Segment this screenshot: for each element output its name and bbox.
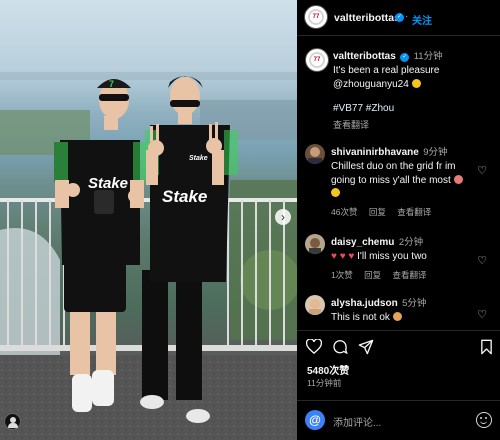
reply-button[interactable]: 回复 [369, 207, 386, 217]
translate-link[interactable]: 查看翻译 [393, 270, 427, 280]
pleading-emoji-icon [392, 312, 402, 321]
separator-dot: · [405, 11, 409, 22]
comment-likes[interactable]: 46次赞 [331, 207, 357, 217]
post-timestamp: 11分钟前 [307, 378, 342, 388]
comment-avatar[interactable] [305, 295, 325, 315]
comment-text-line1: Chillest duo on the grid fr im [331, 161, 456, 172]
comment-username[interactable]: daisy_chemu [331, 237, 394, 248]
reply-button[interactable]: 回复 [364, 270, 381, 280]
comment-time: 9分钟 [423, 147, 448, 158]
translate-link[interactable]: 查看翻译 [397, 207, 431, 217]
post-sidebar: 77 valtteribottas ✓ · 关注 77 valtteribott… [297, 0, 500, 440]
comment-time: 2分钟 [398, 237, 424, 248]
tagged-users-icon[interactable] [4, 413, 21, 430]
caption-username[interactable]: valtteribottas [333, 51, 396, 62]
red-hearts-emoji-icon: ♥ ♥ ♥ [331, 251, 355, 262]
caption-time: 11分钟 [413, 51, 443, 62]
like-count[interactable]: 5480次赞 [307, 362, 349, 377]
heart-icon[interactable] [306, 339, 322, 354]
svg-text:Stake: Stake [189, 155, 208, 162]
follow-button[interactable]: 关注 [412, 12, 432, 27]
comment-time: 5分钟 [402, 298, 427, 309]
comment-text-line2: going to miss y'all the most [331, 174, 451, 186]
caption-translate-link[interactable]: 查看翻译 [333, 118, 498, 131]
verified-badge-icon: ✓ [400, 53, 410, 62]
header-username[interactable]: valtteribottas [334, 12, 400, 24]
paper-plane-icon[interactable] [358, 339, 374, 355]
post-header: 77 valtteribottas ✓ · 关注 [297, 0, 500, 36]
comment-text: I'll miss you two [357, 251, 427, 262]
caption-avatar[interactable]: 77 [305, 48, 329, 72]
comment-like-heart-icon[interactable]: ♡ [477, 308, 487, 321]
chevron-right-icon: › [281, 210, 285, 224]
post-photo-illustration: 7 Stake Stake Stake [0, 72, 297, 440]
handshake-emoji-icon [411, 78, 421, 88]
comment-username[interactable]: shivaninirbhavane [331, 147, 419, 158]
profile-avatar[interactable]: 77 [304, 5, 328, 29]
svg-text:7: 7 [109, 79, 114, 89]
comment-like-heart-icon[interactable]: ♡ [477, 254, 487, 267]
comment-text: This is not ok [331, 312, 390, 323]
mention-link[interactable]: @zhouguanyu24 [333, 79, 409, 90]
caption-text-line1: It's been a real pleasure [333, 65, 440, 76]
photo-next-button[interactable]: › [275, 209, 291, 225]
post-photo[interactable]: 7 Stake Stake Stake › [0, 0, 297, 440]
svg-text:Stake: Stake [88, 175, 128, 192]
threads-logo-icon[interactable]: @ [305, 410, 325, 430]
emoji-picker-icon[interactable] [476, 412, 492, 428]
comment-likes[interactable]: 1次赞 [331, 270, 353, 280]
verified-badge-icon: ✓ [395, 13, 404, 22]
comment-username[interactable]: alysha.judson [331, 298, 398, 309]
add-comment-input[interactable]: 添加评论... [333, 414, 381, 429]
comment-avatar[interactable] [305, 234, 325, 254]
post-action-bar [297, 330, 500, 360]
add-comment-bar: @ 添加评论... [297, 400, 500, 440]
comment-bubble-icon[interactable] [332, 339, 348, 355]
sad-emoji-icon [331, 188, 340, 198]
bookmark-icon[interactable] [480, 339, 493, 355]
comment-avatar[interactable] [305, 144, 325, 164]
comment-like-heart-icon[interactable]: ♡ [477, 164, 487, 177]
svg-text:Stake: Stake [162, 187, 207, 206]
caption-hashtags[interactable]: #VB77 #Zhou [333, 103, 498, 114]
crying-emoji-icon [453, 174, 463, 184]
